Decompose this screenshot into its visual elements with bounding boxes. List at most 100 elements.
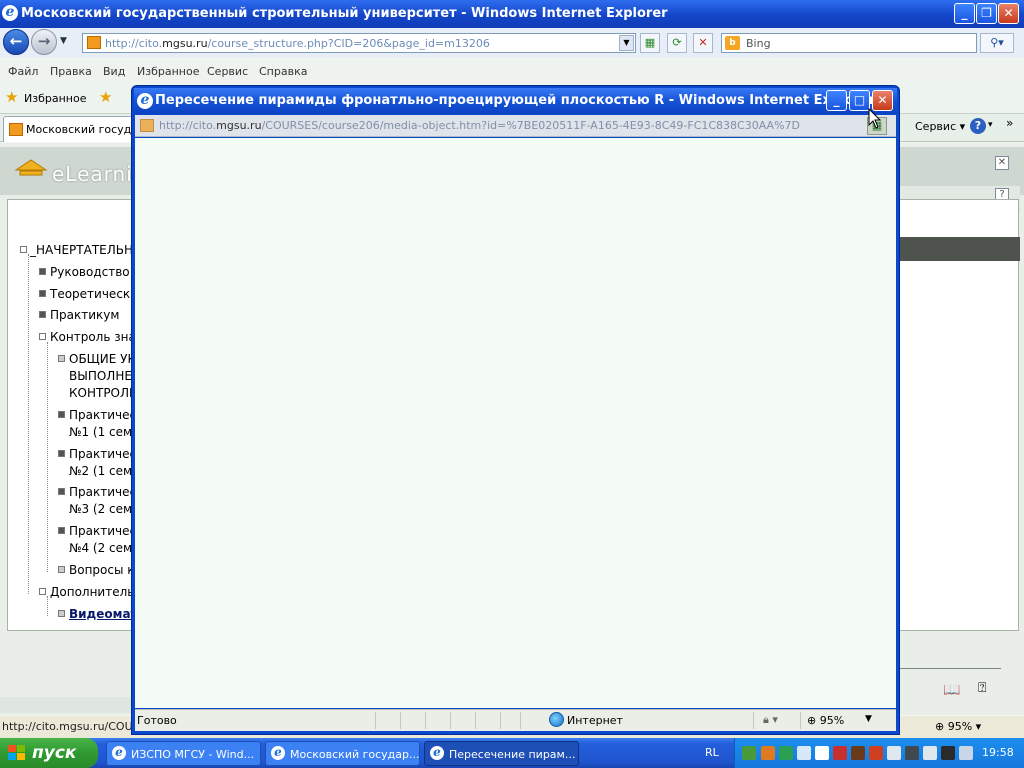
tray-icon[interactable] (797, 746, 811, 760)
tree-toggle[interactable] (58, 411, 65, 418)
divider (753, 712, 754, 729)
tree-item-practicum[interactable]: Практикум (50, 308, 119, 322)
tree-leaf-icon (58, 610, 65, 617)
address-dropdown-icon[interactable]: ▼ (619, 35, 634, 51)
tree-item-guide[interactable]: Руководство п (50, 265, 141, 279)
tree-item-additional[interactable]: Дополнитель (50, 585, 134, 599)
tray-icon[interactable] (761, 746, 775, 760)
search-button[interactable]: ⚲▾ (980, 33, 1014, 53)
divider (375, 712, 376, 729)
tray-icon[interactable] (905, 746, 919, 760)
horizontal-scrollbar[interactable] (0, 697, 132, 713)
taskbar-item-3[interactable]: e Пересечение пирам... (424, 741, 579, 766)
restore-button[interactable]: ❐ (976, 3, 997, 24)
tree-item-control[interactable]: Контроль зна (50, 330, 136, 344)
menu-help[interactable]: Справка (259, 65, 307, 78)
tree-toggle[interactable] (39, 311, 46, 318)
back-button[interactable]: ← (3, 29, 29, 55)
tree-item-practice4-line2[interactable]: №4 (2 сем (69, 541, 132, 555)
stop-icon[interactable]: ✕ (693, 33, 713, 53)
tree-toggle[interactable] (58, 527, 65, 534)
taskbar-item-label: ИЗСПО МГСУ - Wind... (131, 748, 255, 761)
forward-button[interactable]: → (31, 29, 57, 55)
help-icon[interactable]: ? (970, 118, 986, 134)
popup-content-area[interactable] (135, 138, 896, 708)
menu-view[interactable]: Вид (103, 65, 125, 78)
menu-edit[interactable]: Правка (50, 65, 92, 78)
content-title-bar (895, 237, 1020, 261)
taskbar-item-2[interactable]: e Московский государ... (265, 741, 420, 766)
protected-mode-icon[interactable]: 🔒︎ ▾ (763, 713, 778, 727)
divider (895, 668, 1001, 669)
favorites-star-icon[interactable]: ★ (5, 88, 18, 106)
close-button[interactable]: ✕ (998, 3, 1019, 24)
tray-icon[interactable] (779, 746, 793, 760)
popup-title: Пересечение пирамиды фронатльно-проециру… (155, 93, 876, 108)
taskbar-item-1[interactable]: e ИЗСПО МГСУ - Wind... (106, 741, 261, 766)
mouse-cursor-icon (868, 108, 882, 129)
popup-maximize-button[interactable]: □ (849, 90, 870, 111)
tree-item-root[interactable]: _НАЧЕРТАТЕЛЬН (30, 243, 133, 257)
tree-item-general-line3[interactable]: КОНТРОЛЬ (69, 386, 137, 400)
tree-item-practice3-line2[interactable]: №3 (2 сем (69, 502, 132, 516)
tree-toggle[interactable] (20, 246, 27, 253)
popup-minimize-button[interactable]: _ (826, 90, 847, 111)
tree-toggle[interactable] (39, 290, 46, 297)
info-icon[interactable]: ⍰ (978, 680, 986, 696)
tray-icon[interactable] (742, 746, 756, 760)
compat-view-icon[interactable]: ▦ (640, 33, 660, 53)
tray-icon[interactable] (887, 746, 901, 760)
ie-icon: e (430, 746, 444, 760)
tray-icon[interactable] (959, 746, 973, 760)
search-input[interactable]: b Bing (721, 33, 977, 53)
tree-item-video[interactable]: Видеомат (69, 607, 138, 621)
add-favorite-icon[interactable]: ★ (99, 88, 112, 106)
tree-item-theory[interactable]: Теоретически (50, 287, 138, 301)
tree-toggle[interactable] (58, 450, 65, 457)
tray-icon[interactable] (851, 746, 865, 760)
tree-toggle[interactable] (39, 333, 46, 340)
start-button[interactable]: пуск (0, 738, 98, 768)
refresh-icon[interactable]: ⟳ (667, 33, 687, 53)
menu-favorites[interactable]: Избранное (137, 65, 199, 78)
zoom-dropdown-icon[interactable]: ▼ (865, 714, 872, 724)
tree-item-questions[interactable]: Вопросы к (69, 563, 135, 577)
tree-item-practice4[interactable]: Практичес (69, 524, 136, 538)
clock[interactable]: 19:58 (982, 746, 1014, 759)
tree-item-practice3[interactable]: Практичес (69, 485, 136, 499)
tray-icon[interactable] (833, 746, 847, 760)
popup-url: http://cito.mgsu.ru/COURSES/course206/me… (159, 119, 800, 132)
tree-item-practice2[interactable]: Практичес (69, 447, 136, 461)
popup-zoom[interactable]: ⊕ 95% (807, 714, 844, 727)
popup-address-bar[interactable]: http://cito.mgsu.ru/COURSES/course206/me… (135, 115, 896, 137)
tab-active[interactable]: Московский государст (3, 116, 135, 142)
menu-file[interactable]: Файл (8, 65, 38, 78)
tray-icon[interactable] (923, 746, 937, 760)
tree-item-practice2-line2[interactable]: №2 (1 сем (69, 464, 132, 478)
divider (520, 712, 521, 729)
tray-icon[interactable] (815, 746, 829, 760)
tree-item-practice1-line2[interactable]: №1 (1 сем (69, 425, 132, 439)
main-zoom[interactable]: ⊕ 95% ▾ (935, 720, 981, 733)
favorites-label[interactable]: Избранное (24, 92, 86, 105)
menu-tools[interactable]: Сервис (207, 65, 248, 78)
tree-item-general[interactable]: ОБЩИЕ УК (69, 352, 136, 366)
minimize-button[interactable]: _ (954, 3, 975, 24)
main-title-bar[interactable]: e Московский государственный строительны… (0, 0, 1024, 28)
address-bar[interactable]: http://cito.mgsu.ru/course_structure.php… (82, 33, 636, 53)
panel-close-icon[interactable]: ✕ (995, 156, 1009, 170)
popup-title-bar[interactable]: e Пересечение пирамиды фронатльно-проеци… (134, 88, 897, 114)
tree-toggle[interactable] (58, 488, 65, 495)
service-menu[interactable]: Сервис ▾ (915, 120, 965, 133)
history-dropdown-icon[interactable]: ▼ (60, 36, 67, 46)
tree-toggle[interactable] (39, 588, 46, 595)
language-indicator[interactable]: RL (705, 746, 719, 759)
tree-toggle[interactable] (39, 268, 46, 275)
tray-icon[interactable] (869, 746, 883, 760)
more-tools-icon[interactable]: » (1006, 116, 1013, 130)
help-dropdown-icon[interactable]: ▾ (988, 120, 993, 130)
tree-item-practice1[interactable]: Практичес (69, 408, 136, 422)
book-icon[interactable]: 📖 (943, 682, 960, 698)
tree-line (28, 254, 29, 594)
tray-icon[interactable] (941, 746, 955, 760)
